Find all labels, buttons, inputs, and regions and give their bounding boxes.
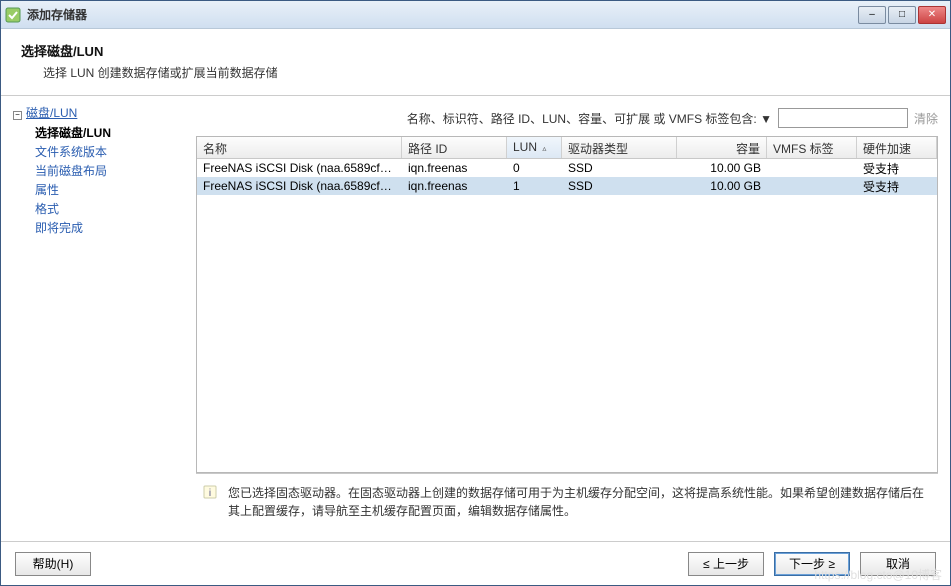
wizard-step-4[interactable]: 格式 <box>35 199 183 218</box>
cell-name: FreeNAS iSCSI Disk (naa.6589cfc00... <box>197 160 402 176</box>
info-icon: i <box>202 484 218 500</box>
cell-capacity: 10.00 GB <box>677 160 767 176</box>
page-description: 选择 LUN 创建数据存储或扩展当前数据存储 <box>21 64 930 81</box>
col-header-name[interactable]: 名称 <box>197 137 402 158</box>
help-button[interactable]: 帮助(H) <box>15 552 91 576</box>
clear-filter-link[interactable]: 清除 <box>914 110 938 127</box>
filter-row: 名称、标识符、路径 ID、LUN、容量、可扩展 或 VMFS 标签包含: ▼ 清… <box>196 104 938 136</box>
cell-drivetype: SSD <box>562 178 677 194</box>
col-header-lun[interactable]: LUN ▵ <box>507 137 562 158</box>
wizard-step-5[interactable]: 即将完成 <box>35 218 183 237</box>
table-body: FreeNAS iSCSI Disk (naa.6589cfc00...iqn.… <box>197 159 937 195</box>
col-header-drivetype[interactable]: 驱动器类型 <box>562 137 677 158</box>
svg-text:i: i <box>209 488 211 499</box>
tree-root: − 磁盘/LUN <box>13 104 183 121</box>
wizard-header: 选择磁盘/LUN 选择 LUN 创建数据存储或扩展当前数据存储 <box>1 29 950 89</box>
cell-hwaccel: 受支持 <box>857 159 937 178</box>
maximize-button[interactable]: □ <box>888 6 916 24</box>
page-title: 选择磁盘/LUN <box>21 41 930 60</box>
content-area: − 磁盘/LUN 选择磁盘/LUN文件系统版本当前磁盘布局属性格式即将完成 名称… <box>1 96 950 541</box>
table-row[interactable]: FreeNAS iSCSI Disk (naa.6589cfc00...iqn.… <box>197 159 937 177</box>
cell-lun: 0 <box>507 160 562 176</box>
app-icon <box>5 7 21 23</box>
tree-children: 选择磁盘/LUN文件系统版本当前磁盘布局属性格式即将完成 <box>13 123 183 237</box>
table-row[interactable]: FreeNAS iSCSI Disk (naa.6589cfc00...iqn.… <box>197 177 937 195</box>
cell-hwaccel: 受支持 <box>857 177 937 196</box>
tree-root-link[interactable]: 磁盘/LUN <box>26 104 77 121</box>
col-header-capacity[interactable]: 容量 <box>677 137 767 158</box>
sort-asc-icon: ▵ <box>542 144 546 153</box>
disk-table: 名称 路径 ID LUN ▵ 驱动器类型 容量 VMFS 标签 硬件加速 Fre… <box>196 136 938 473</box>
filter-label: 名称、标识符、路径 ID、LUN、容量、可扩展 或 VMFS 标签包含: ▼ <box>407 110 772 127</box>
tree-collapse-icon[interactable]: − <box>13 111 22 120</box>
col-header-hwaccel[interactable]: 硬件加速 <box>857 137 937 158</box>
window-title: 添加存储器 <box>27 6 858 23</box>
dialog-window: 添加存储器 – □ ✕ 选择磁盘/LUN 选择 LUN 创建数据存储或扩展当前数… <box>0 0 951 586</box>
next-button[interactable]: 下一步 ≥ <box>774 552 850 576</box>
cell-name: FreeNAS iSCSI Disk (naa.6589cfc00... <box>197 178 402 194</box>
cell-lun: 1 <box>507 178 562 194</box>
col-lun-label: LUN <box>513 140 537 154</box>
col-header-pathid[interactable]: 路径 ID <box>402 137 507 158</box>
cancel-button[interactable]: 取消 <box>860 552 936 576</box>
close-button[interactable]: ✕ <box>918 6 946 24</box>
wizard-step-1[interactable]: 文件系统版本 <box>35 142 183 161</box>
hint-panel: i 您已选择固态驱动器。在固态驱动器上创建的数据存储可用于为主机缓存分配空间，这… <box>196 473 938 533</box>
wizard-steps-sidebar: − 磁盘/LUN 选择磁盘/LUN文件系统版本当前磁盘布局属性格式即将完成 <box>1 96 196 541</box>
hint-text: 您已选择固态驱动器。在固态驱动器上创建的数据存储可用于为主机缓存分配空间，这将提… <box>228 484 932 527</box>
titlebar[interactable]: 添加存储器 – □ ✕ <box>1 1 950 29</box>
main-panel: 名称、标识符、路径 ID、LUN、容量、可扩展 或 VMFS 标签包含: ▼ 清… <box>196 96 950 541</box>
wizard-step-3[interactable]: 属性 <box>35 180 183 199</box>
minimize-button[interactable]: – <box>858 6 886 24</box>
back-button[interactable]: ≤ 上一步 <box>688 552 764 576</box>
filter-input[interactable] <box>778 108 908 128</box>
footer: 帮助(H) ≤ 上一步 下一步 ≥ 取消 <box>1 541 950 585</box>
cell-pathid: iqn.freenas <box>402 160 507 176</box>
wizard-step-2[interactable]: 当前磁盘布局 <box>35 161 183 180</box>
cell-vmfs <box>767 167 857 169</box>
cell-drivetype: SSD <box>562 160 677 176</box>
cell-pathid: iqn.freenas <box>402 178 507 194</box>
table-header: 名称 路径 ID LUN ▵ 驱动器类型 容量 VMFS 标签 硬件加速 <box>197 137 937 159</box>
cell-capacity: 10.00 GB <box>677 178 767 194</box>
window-controls: – □ ✕ <box>858 6 946 24</box>
cell-vmfs <box>767 185 857 187</box>
wizard-step-0[interactable]: 选择磁盘/LUN <box>35 123 183 142</box>
col-header-vmfs[interactable]: VMFS 标签 <box>767 137 857 158</box>
